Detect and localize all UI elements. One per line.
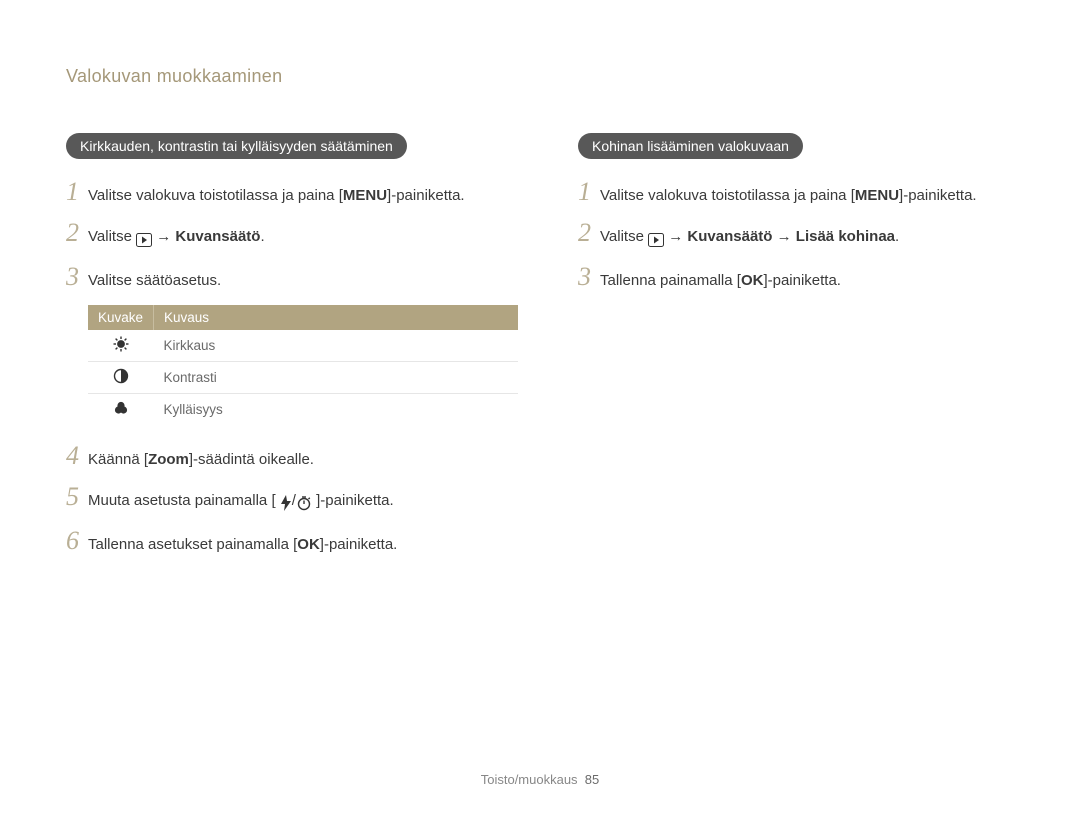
right-heading: Kohinan lisääminen valokuvaan	[578, 133, 803, 159]
step-text: Valitse säätöasetus.	[88, 270, 518, 291]
step-number: 4	[66, 443, 88, 469]
step-text: Valitse valokuva toistotilassa ja paina …	[600, 185, 1018, 206]
table-cell-desc: Kontrasti	[154, 362, 518, 394]
step-number: 2	[66, 220, 88, 246]
table-row: Kirkkaus	[88, 330, 518, 362]
table-header-icon: Kuvake	[88, 305, 154, 330]
text: Tallenna asetukset painamalla [	[88, 536, 297, 553]
menu-key: MENU	[855, 187, 899, 204]
table-row: Kylläisyys	[88, 394, 518, 426]
arrow-text: →	[156, 228, 171, 245]
contrast-icon	[88, 362, 154, 394]
text: Valitse valokuva toistotilassa ja paina …	[600, 187, 855, 204]
ok-key: OK	[741, 272, 764, 289]
step-1-left: 1 Valitse valokuva toistotilassa ja pain…	[66, 179, 518, 206]
step-number: 2	[578, 220, 600, 246]
text: ]-painiketta.	[387, 187, 465, 204]
timer-icon	[296, 493, 312, 514]
left-column: Kirkkauden, kontrastin tai kylläisyyden …	[66, 133, 518, 569]
play-icon	[136, 229, 152, 250]
left-heading: Kirkkauden, kontrastin tai kylläisyyden …	[66, 133, 407, 159]
step-2-right: 2 Valitse → Kuvansäätö → Lisää kohinaa.	[578, 220, 1018, 250]
text: ]-painiketta.	[899, 187, 977, 204]
text: ]-painiketta.	[763, 272, 841, 289]
bold-text: Kuvansäätö	[175, 228, 260, 245]
step-number: 3	[66, 264, 88, 290]
step-text: Tallenna asetukset painamalla [OK]-paini…	[88, 534, 518, 555]
text: Muuta asetusta painamalla [	[88, 492, 276, 509]
play-icon	[648, 229, 664, 250]
table-row: Kontrasti	[88, 362, 518, 394]
bold-text: Zoom	[148, 451, 189, 468]
step-number: 3	[578, 264, 600, 290]
text: Valitse valokuva toistotilassa ja paina …	[88, 187, 343, 204]
brightness-icon	[88, 330, 154, 362]
step-number: 5	[66, 484, 88, 510]
step-text: Muuta asetusta painamalla [ / ]-painiket…	[88, 490, 518, 514]
bold-text: Kuvansäätö	[687, 228, 772, 245]
adjustment-table: Kuvake Kuvaus Kirkkaus	[88, 305, 518, 425]
step-text: Tallenna painamalla [OK]-painiketta.	[600, 270, 1018, 291]
step-5-left: 5 Muuta asetusta painamalla [ / ]-painik…	[66, 484, 518, 514]
step-text: Valitse → Kuvansäätö → Lisää kohinaa.	[600, 226, 1018, 250]
table-cell-desc: Kylläisyys	[154, 394, 518, 426]
footer-section: Toisto/muokkaus	[481, 772, 578, 787]
menu-key: MENU	[343, 187, 387, 204]
footer-page-number: 85	[585, 772, 599, 787]
text: .	[260, 228, 264, 245]
step-text: Käännä [Zoom]-säädintä oikealle.	[88, 449, 518, 470]
step-text: Valitse → Kuvansäätö.	[88, 226, 518, 250]
text: ]-painiketta.	[320, 536, 398, 553]
saturation-icon	[88, 394, 154, 426]
table-header-row: Kuvake Kuvaus	[88, 305, 518, 330]
text: .	[895, 228, 899, 245]
step-1-right: 1 Valitse valokuva toistotilassa ja pain…	[578, 179, 1018, 206]
page-title: Valokuvan muokkaaminen	[66, 66, 1018, 87]
text: Valitse	[600, 228, 648, 245]
table-cell-desc: Kirkkaus	[154, 330, 518, 362]
text: Valitse	[88, 228, 136, 245]
bold-text: Lisää kohinaa	[796, 228, 895, 245]
ok-key: OK	[297, 536, 320, 553]
text: Tallenna painamalla [	[600, 272, 741, 289]
step-3-right: 3 Tallenna painamalla [OK]-painiketta.	[578, 264, 1018, 291]
text: ]-painiketta.	[316, 492, 394, 509]
page-footer: Toisto/muokkaus 85	[0, 772, 1080, 787]
right-column: Kohinan lisääminen valokuvaan 1 Valitse …	[578, 133, 1018, 569]
step-number: 1	[66, 179, 88, 205]
step-text: Valitse valokuva toistotilassa ja paina …	[88, 185, 518, 206]
arrow-text: →	[668, 228, 683, 245]
step-4-left: 4 Käännä [Zoom]-säädintä oikealle.	[66, 443, 518, 470]
flash-icon	[280, 493, 292, 514]
step-2-left: 2 Valitse → Kuvansäätö.	[66, 220, 518, 250]
step-6-left: 6 Tallenna asetukset painamalla [OK]-pai…	[66, 528, 518, 555]
step-number: 6	[66, 528, 88, 554]
text: ]-säädintä oikealle.	[189, 451, 314, 468]
step-number: 1	[578, 179, 600, 205]
table-header-desc: Kuvaus	[154, 305, 518, 330]
arrow-text: →	[777, 228, 792, 245]
step-3-left: 3 Valitse säätöasetus.	[66, 264, 518, 291]
text: Käännä [	[88, 451, 148, 468]
